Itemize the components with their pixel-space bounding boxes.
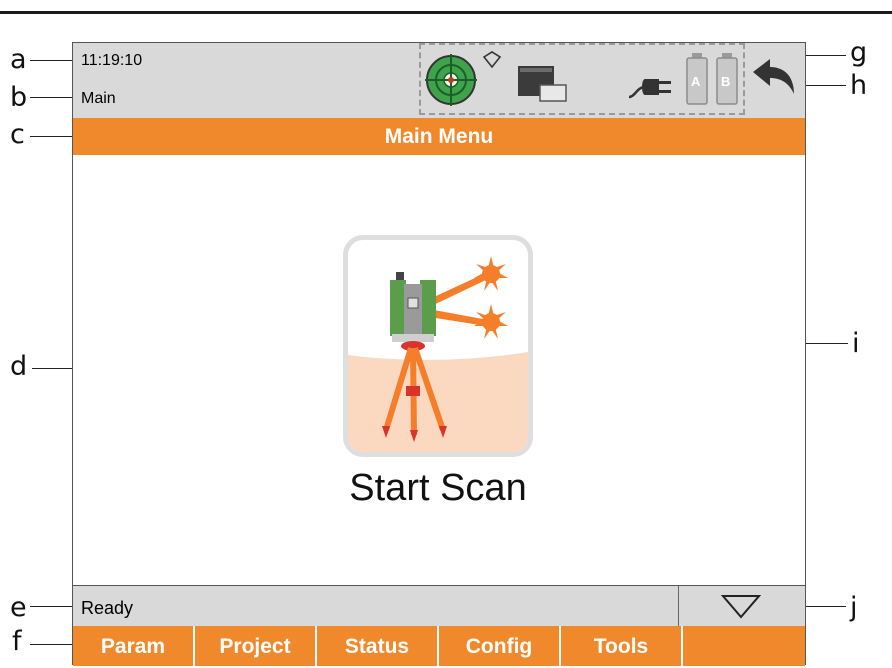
- scanner-on-tripod-icon: [348, 256, 528, 452]
- softkey-status[interactable]: Status: [317, 626, 439, 666]
- start-scan-tile[interactable]: [343, 235, 533, 457]
- softkey-project[interactable]: Project: [195, 626, 317, 666]
- clock: 11:19:10: [81, 52, 143, 69]
- callout-i: i: [852, 328, 860, 359]
- softkey-bar: Param Project Status Config Tools: [73, 626, 805, 666]
- start-scan-label[interactable]: Start Scan: [243, 467, 633, 510]
- battery-ab-icon: A B: [685, 51, 743, 109]
- back-arrow-icon[interactable]: [750, 56, 798, 104]
- status-message: Ready: [81, 598, 134, 618]
- softkey-tools[interactable]: Tools: [561, 626, 683, 666]
- softkey-param[interactable]: Param: [73, 626, 195, 666]
- message-divider: [678, 586, 679, 626]
- power-plug-icon: [628, 79, 671, 99]
- softkey-config[interactable]: Config: [439, 626, 561, 666]
- status-icons-group: A B: [419, 43, 745, 115]
- callout-b: b: [10, 82, 28, 113]
- device-screen: 11:19:10 Main A B Main Menu Start Scan R…: [72, 42, 806, 666]
- level-bubble-icon[interactable]: [424, 51, 478, 107]
- memory-card-icon: [518, 66, 567, 102]
- status-area: 11:19:10 Main A B: [73, 43, 805, 118]
- top-rule: [0, 11, 892, 14]
- wireless-icon: [482, 51, 502, 69]
- callout-j: j: [850, 592, 858, 623]
- title-bar: Main Menu: [73, 118, 805, 155]
- message-bar: Ready: [73, 585, 805, 626]
- leader-h: [800, 85, 846, 86]
- callout-a: a: [10, 44, 27, 75]
- battery-b-label: B: [721, 74, 731, 89]
- triangle-down-icon[interactable]: [721, 594, 761, 620]
- callout-f: f: [12, 626, 22, 657]
- mode-indicator: Main: [81, 90, 116, 107]
- callout-d: d: [10, 351, 28, 382]
- callout-e: e: [10, 592, 27, 623]
- page-title: Main Menu: [384, 125, 494, 148]
- callout-h: h: [850, 70, 868, 101]
- callout-g: g: [850, 37, 868, 68]
- softkey-empty[interactable]: [683, 626, 805, 666]
- content-area: Start Scan: [73, 155, 805, 585]
- battery-a-label: A: [691, 74, 701, 89]
- callout-c: c: [10, 119, 25, 150]
